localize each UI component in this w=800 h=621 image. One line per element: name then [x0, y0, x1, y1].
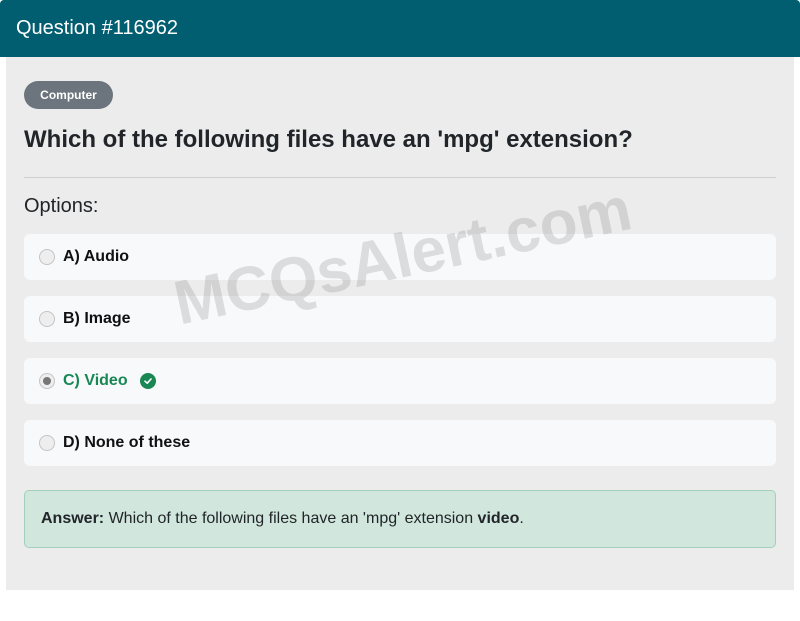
question-number-title: Question #116962	[16, 17, 178, 39]
category-badge[interactable]: Computer	[24, 81, 113, 109]
option-a-radio[interactable]	[39, 249, 55, 265]
question-text: Which of the following files have an 'mp…	[24, 126, 633, 153]
option-d-label: D) None of these	[63, 434, 191, 451]
option-b-label: B) Image	[63, 310, 131, 327]
option-b-radio[interactable]	[39, 311, 55, 327]
answer-box: Answer: Which of the following files hav…	[24, 490, 776, 548]
option-c-radio[interactable]	[39, 373, 55, 389]
divider	[24, 177, 776, 178]
option-b[interactable]: B) Image	[24, 296, 776, 342]
check-circle-icon	[139, 373, 156, 389]
answer-prefix: Answer:	[41, 510, 105, 527]
options-heading: Options:	[24, 195, 99, 217]
option-a-label: A) Audio	[63, 248, 130, 265]
option-c[interactable]: C) Video	[24, 358, 776, 404]
option-d[interactable]: D) None of these	[24, 420, 776, 466]
page-header: Question #116962	[0, 0, 800, 57]
answer-text: Which of the following files have an 'mp…	[104, 510, 478, 527]
option-d-radio[interactable]	[39, 435, 55, 451]
option-a[interactable]: A) Audio	[24, 234, 776, 280]
option-c-label: C) Video	[63, 372, 128, 389]
answer-suffix: .	[519, 510, 524, 527]
answer-value: video	[477, 510, 520, 527]
question-card: Computer Which of the following files ha…	[6, 57, 794, 590]
